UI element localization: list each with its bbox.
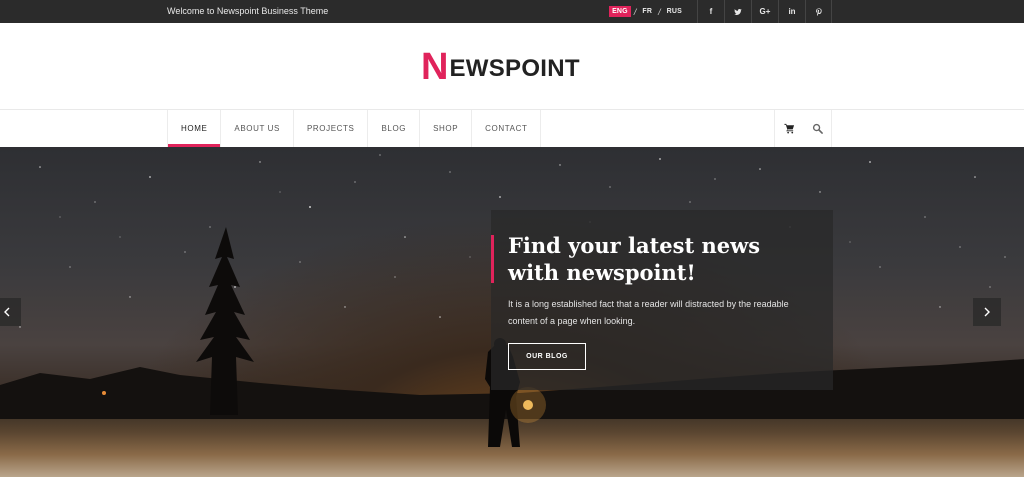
logo-initial: N bbox=[421, 46, 449, 88]
nav-item-home[interactable]: HOME bbox=[167, 110, 222, 147]
nav-item-blog[interactable]: BLOG bbox=[368, 110, 421, 147]
search-glyph bbox=[812, 123, 823, 134]
slider-next-button[interactable] bbox=[973, 298, 1001, 326]
cart-icon[interactable] bbox=[775, 110, 803, 147]
twitter-icon[interactable] bbox=[724, 0, 751, 23]
cart-glyph bbox=[783, 123, 794, 134]
top-bar: Welcome to Newspoint Business Theme ENG … bbox=[0, 0, 1024, 23]
google-plus-glyph: G+ bbox=[759, 7, 771, 16]
linkedin-glyph: in bbox=[788, 7, 796, 16]
slider-prev-button[interactable] bbox=[0, 298, 21, 326]
language-eng[interactable]: ENG bbox=[609, 6, 631, 17]
nav-item-contact[interactable]: CONTACT bbox=[472, 110, 542, 147]
facebook-glyph: f bbox=[709, 7, 713, 16]
our-blog-button[interactable]: OUR BLOG bbox=[508, 343, 586, 370]
nav-item-projects[interactable]: PROJECTS bbox=[294, 110, 369, 147]
language-rus[interactable]: RUS bbox=[661, 8, 688, 15]
search-icon[interactable] bbox=[803, 110, 831, 147]
site-header: N EWSPOINT bbox=[0, 23, 1024, 110]
hero-caption: Find your latest news with newspoint! It… bbox=[491, 210, 833, 390]
pinterest-p-icon bbox=[815, 7, 822, 16]
welcome-text: Welcome to Newspoint Business Theme bbox=[167, 6, 329, 16]
pinterest-icon[interactable] bbox=[805, 0, 832, 23]
chevron-left-icon bbox=[4, 307, 10, 317]
language-fr[interactable]: FR bbox=[636, 8, 658, 15]
hero-headline: Find your latest news with newspoint! bbox=[508, 232, 828, 286]
main-navigation: HOME ABOUT US PROJECTS BLOG SHOP CONTACT bbox=[0, 110, 1024, 147]
hero-headline-line1: Find your latest news bbox=[508, 233, 761, 258]
site-logo[interactable]: N EWSPOINT bbox=[421, 46, 580, 88]
logo-wordmark: EWSPOINT bbox=[449, 55, 580, 82]
chevron-right-icon bbox=[984, 307, 990, 317]
nav-item-about-us[interactable]: ABOUT US bbox=[221, 110, 294, 147]
twitter-bird-icon bbox=[734, 8, 742, 15]
top-bar-right: ENG / FR / RUS f G+ in bbox=[609, 0, 832, 23]
hero-body-text: It is a long established fact that a rea… bbox=[508, 299, 789, 326]
nav-menu: HOME ABOUT US PROJECTS BLOG SHOP CONTACT bbox=[167, 110, 542, 147]
nav-item-shop[interactable]: SHOP bbox=[420, 110, 473, 147]
nav-tools bbox=[774, 110, 832, 147]
google-plus-icon[interactable]: G+ bbox=[751, 0, 778, 23]
hero-slider: Find your latest news with newspoint! It… bbox=[0, 147, 1024, 477]
facebook-icon[interactable]: f bbox=[697, 0, 724, 23]
hero-headline-line2: with newspoint! bbox=[508, 260, 696, 285]
linkedin-icon[interactable]: in bbox=[778, 0, 805, 23]
caption-accent-bar bbox=[491, 235, 494, 283]
